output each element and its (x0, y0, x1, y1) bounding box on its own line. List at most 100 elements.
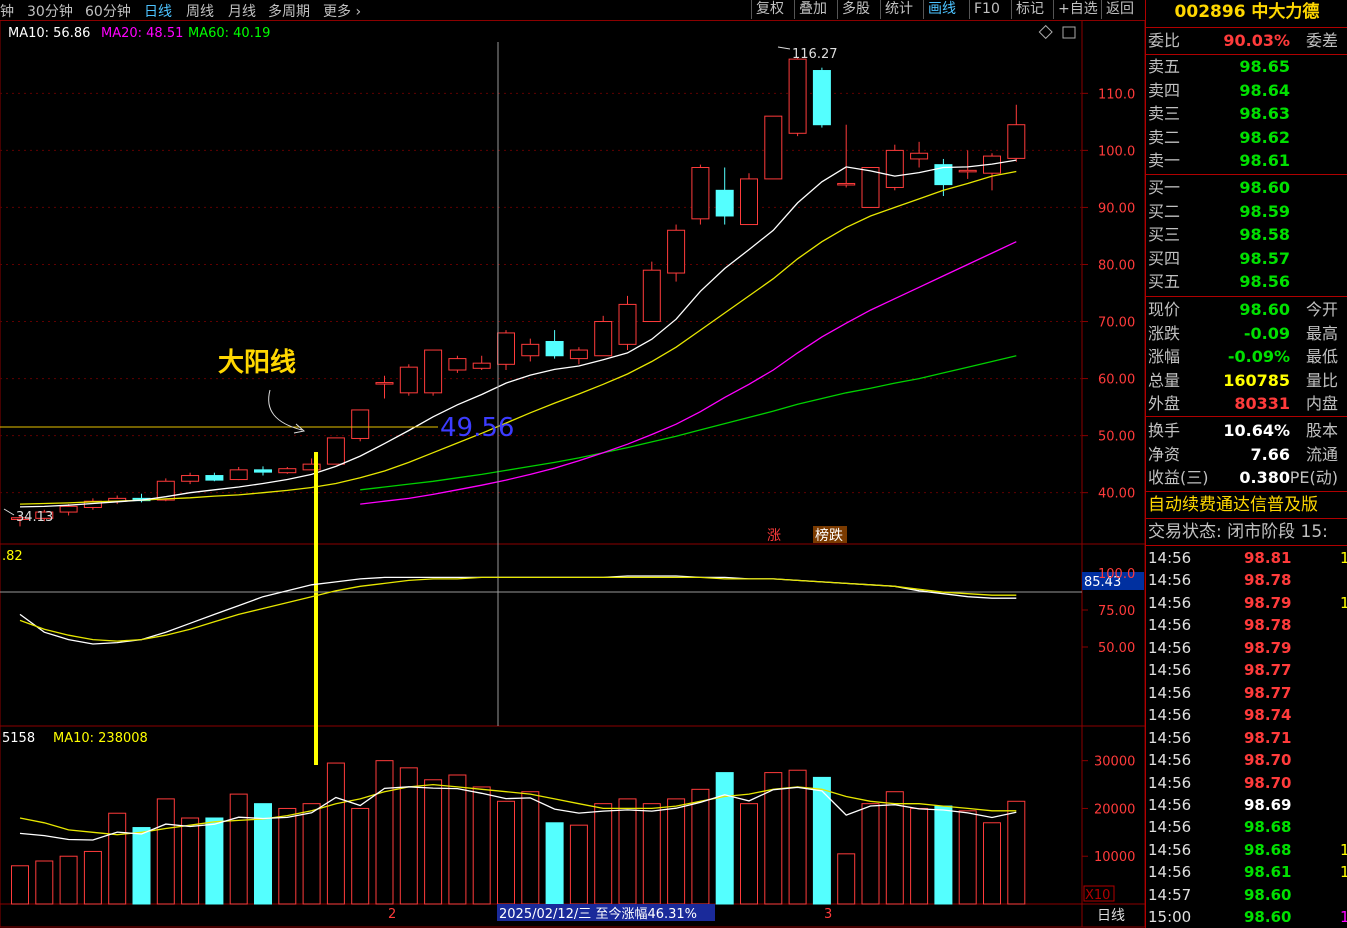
tick-price: 98.71 (1244, 728, 1292, 747)
sell-level-3: 卖三 98.63 (1146, 102, 1347, 125)
kline-chart[interactable]: MA10: 56.86 MA20: 48.51 MA60: 40.19 49.5… (0, 20, 1145, 928)
draw-line-button[interactable]: 画线 (923, 0, 960, 19)
candle-body (642, 269, 661, 323)
volume-bar (497, 800, 515, 905)
ma-lines (19, 159, 1017, 508)
low-price-marker: 34.13 (16, 510, 53, 525)
volume-bar (667, 798, 686, 905)
quote-row-3-label: 总量 (1148, 370, 1181, 390)
candle-body (497, 332, 515, 365)
tab-minute[interactable]: 钟 (0, 1, 14, 21)
stat-row-1: 净资 7.66 流通 (1146, 443, 1347, 466)
tick-volume: 1 (1340, 593, 1347, 612)
buy-level-3: 买三 98.58 (1146, 223, 1347, 246)
tick-row: 15:00 98.60 17 (1146, 906, 1347, 928)
tick-time: 14:56 (1148, 661, 1192, 680)
tick-price: 98.61 (1244, 863, 1292, 882)
volume-bar (885, 791, 904, 905)
tick-time: 14:57 (1148, 885, 1192, 904)
tab-more[interactable]: 更多 › (323, 1, 361, 21)
stat-row-2-label: 收益(三) (1148, 468, 1209, 488)
window-icons[interactable] (1038, 24, 1076, 40)
tab-daily[interactable]: 日线 (144, 1, 172, 21)
volume-bar (424, 779, 443, 905)
tick-row: 14:56 98.78 (1146, 614, 1347, 636)
candle-body (205, 475, 224, 481)
ad-banner[interactable]: 自动续费通达信普及版 (1146, 494, 1347, 517)
multi-stock-button[interactable]: 多股 (837, 0, 874, 19)
quote-row-0: 现价 98.60 今开 (1146, 298, 1347, 321)
weibi-label: 委比 (1148, 31, 1181, 50)
tab-30min[interactable]: 30分钟 (27, 1, 73, 21)
tab-60min[interactable]: 60分钟 (85, 1, 131, 21)
oscillator-lines (19, 575, 1017, 645)
candle-body (351, 409, 370, 439)
mark-button[interactable]: 标记 (1011, 0, 1048, 19)
f10-button[interactable]: F10 (969, 0, 1004, 19)
volume-bar (788, 769, 807, 905)
buy-level-1-label: 买一 (1148, 178, 1181, 197)
diamond-icon[interactable] (1038, 24, 1053, 40)
statistics-button[interactable]: 统计 (880, 0, 917, 19)
candle-body (472, 362, 491, 369)
candles (11, 57, 1026, 527)
tick-time: 14:56 (1148, 751, 1192, 770)
volume-bar (375, 760, 394, 905)
axis-labels: 110.0 100.0 90.00 80.00 70.00 60.00 50.00 40.00… (1094, 87, 1135, 865)
overlay-button[interactable]: 叠加 (794, 0, 831, 19)
volume-bar (958, 810, 977, 905)
big-yang-annotation: 大阳线 (218, 348, 296, 378)
fuquan-button[interactable]: 复权 (751, 0, 788, 19)
stat-row-2-label2: PE(动) (1289, 468, 1338, 488)
sell-level-5-value: 98.65 (1239, 57, 1290, 76)
volume-bar (351, 807, 370, 905)
volume-bar (740, 803, 758, 905)
price-tick-label: 60.00 (1098, 373, 1135, 388)
panel-toggle-icon[interactable] (1062, 26, 1076, 39)
quote-row-3-value: 160785 (1223, 370, 1290, 390)
tick-price: 98.69 (1244, 795, 1292, 814)
tick-price: 98.70 (1244, 773, 1292, 792)
tick-price: 98.77 (1244, 683, 1292, 702)
volume-bar (59, 855, 78, 905)
month-marker-3: 3 (824, 907, 832, 922)
tab-weekly[interactable]: 周线 (186, 1, 214, 21)
tab-monthly[interactable]: 月线 (228, 1, 256, 21)
candle-body (667, 229, 686, 274)
candle-body (399, 366, 418, 394)
ad-text[interactable]: 自动续费通达信普及版 (1148, 494, 1318, 517)
quote-row-2: 涨幅 -0.09% 最低 (1146, 345, 1347, 368)
tick-row: 14:56 98.68 1 (1146, 839, 1347, 861)
tick-time: 14:56 (1148, 683, 1192, 702)
buy-level-4: 买四 98.57 (1146, 247, 1347, 270)
stat-row-1-value: 7.66 (1250, 444, 1290, 464)
sell-level-1-label: 卖一 (1148, 151, 1181, 170)
vol-multiplier-label: X10 (1085, 888, 1110, 903)
tick-row: 14:56 98.79 (1146, 637, 1347, 659)
add-watchlist-button[interactable]: +自选 (1053, 0, 1102, 19)
volume-bar (326, 762, 345, 905)
tab-multi-period[interactable]: 多周期 (268, 1, 310, 21)
volume-bar (715, 772, 734, 905)
tick-price: 98.78 (1244, 616, 1292, 635)
ma20-legend: MA20: 48.51 (101, 26, 183, 41)
candle-body (569, 349, 588, 360)
quote-row-1-label2: 最高 (1305, 323, 1338, 343)
sell-level-2-value: 98.62 (1239, 127, 1290, 147)
chart-frame (0, 20, 1145, 928)
candle-body (788, 58, 807, 134)
candle-body (910, 152, 929, 160)
tick-price: 98.68 (1244, 818, 1292, 837)
period-label[interactable]: 日线 (1097, 908, 1125, 924)
candle-body (521, 343, 540, 357)
tick-row: 14:57 98.60 (1146, 884, 1347, 906)
tick-price: 98.60 (1244, 908, 1292, 927)
chart-grid (0, 20, 1145, 928)
back-button[interactable]: 返回 (1101, 0, 1138, 19)
volume-bar (278, 807, 297, 905)
stat-row-0-label2: 股本 (1305, 421, 1338, 440)
price-tick-label: 110.0 (1098, 87, 1135, 102)
tick-time: 14:56 (1148, 773, 1192, 792)
annotation-arrow (268, 389, 303, 431)
vol-legend: 5158 (2, 731, 35, 746)
